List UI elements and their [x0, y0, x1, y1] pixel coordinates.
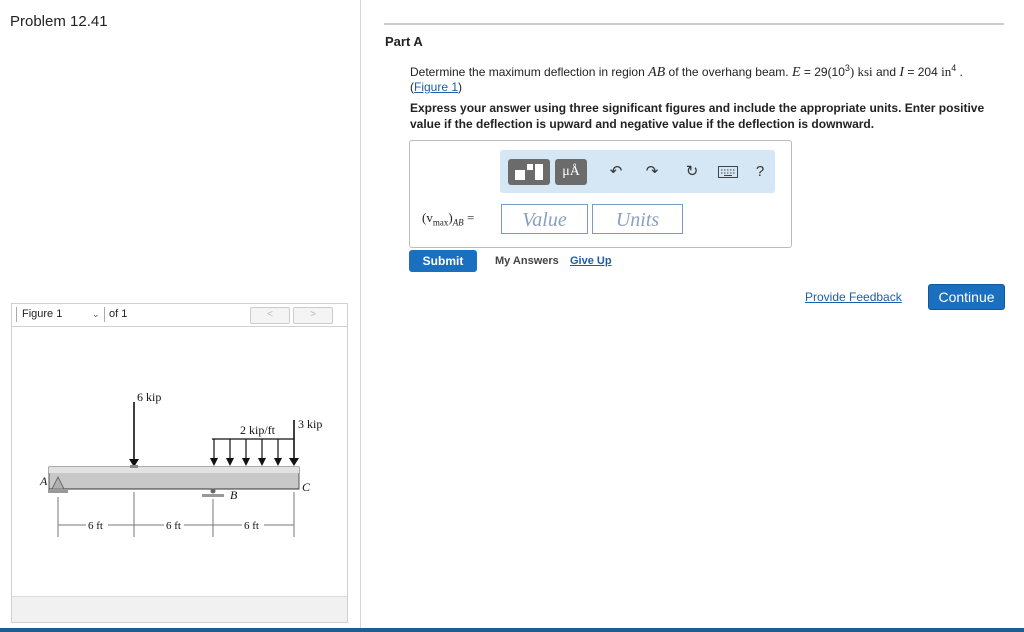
- dim-label-2: 6 ft: [166, 520, 181, 532]
- answer-label: (vmax)AB =: [422, 210, 474, 228]
- beam-diagram: 6 kip 2 kip/ft 3 kip A B C 6 ft 6 ft 6 f…: [39, 390, 322, 537]
- prev-figure-button[interactable]: <: [250, 307, 290, 324]
- answer-label-ab: AB: [452, 217, 464, 228]
- figure-panel: Figure 1 ⌄ of 1 < > 6 kip 2 kip/ft 3 kip…: [11, 303, 348, 623]
- load-3-arrowhead: [289, 458, 299, 466]
- left-panel: Problem 12.41 Figure 1 ⌄ of 1 < > 6 kip: [0, 0, 360, 632]
- figure-header: Figure 1 ⌄ of 1 < >: [12, 304, 347, 327]
- support-b-base: [202, 494, 224, 497]
- units-input[interactable]: Units: [592, 204, 683, 234]
- dim-label-3: 6 ft: [244, 520, 259, 532]
- figure-select-label: Figure 1: [22, 308, 63, 320]
- templates-icon: [515, 164, 543, 180]
- chevron-right-icon: >: [310, 309, 316, 320]
- q-pre: Determine the maximum deflection in regi…: [410, 65, 649, 79]
- answer-label-sub: max: [432, 217, 449, 228]
- load-6-pad: [130, 465, 138, 468]
- figure-link[interactable]: Figure 1: [414, 80, 458, 94]
- reset-icon[interactable]: ↻: [680, 160, 704, 184]
- dist-load-arrowheads: [210, 458, 282, 466]
- submit-button[interactable]: Submit: [409, 250, 477, 272]
- templates-button[interactable]: [508, 159, 550, 185]
- redo-icon[interactable]: ↷: [640, 160, 664, 184]
- bottom-strip: [0, 628, 1024, 632]
- q-and: and: [872, 65, 900, 79]
- help-button[interactable]: ?: [752, 160, 768, 184]
- answer-box: μÅ ↶ ↷ ↻ ? (vmax)AB = Value Units: [409, 140, 792, 248]
- label-b: B: [230, 488, 238, 502]
- beam-highlight: [49, 467, 299, 473]
- keyboard-shape: [718, 166, 738, 178]
- units-button[interactable]: μÅ: [555, 159, 587, 185]
- q-mid: of the overhang beam.: [665, 65, 792, 79]
- answer-label-v: (v: [422, 210, 433, 225]
- instructions: Express your answer using three signific…: [410, 101, 985, 131]
- dist-load-label: 2 kip/ft: [240, 423, 276, 437]
- answer-label-eq: =: [463, 210, 475, 225]
- q-e-unit: ) ksi: [849, 64, 873, 79]
- load-3-label: 3 kip: [298, 417, 322, 431]
- load-6-label: 6 kip: [137, 390, 161, 404]
- panel-divider: [360, 0, 361, 632]
- undo-icon[interactable]: ↶: [604, 160, 628, 184]
- label-c: C: [302, 480, 311, 494]
- q-i-val: = 204: [904, 65, 942, 79]
- q-ab: AB: [648, 65, 666, 80]
- figure-count: of 1: [104, 307, 127, 322]
- part-divider: [384, 23, 1004, 25]
- give-up-link[interactable]: Give Up: [570, 255, 612, 267]
- part-title: Part A: [385, 34, 423, 49]
- next-figure-button[interactable]: >: [293, 307, 333, 324]
- q-i-unit: in: [941, 64, 952, 79]
- chevron-left-icon: <: [267, 309, 273, 320]
- dim-label-1: 6 ft: [88, 520, 103, 532]
- continue-button[interactable]: Continue: [928, 284, 1005, 310]
- my-answers-link[interactable]: My Answers: [495, 255, 559, 267]
- provide-feedback-link[interactable]: Provide Feedback: [805, 290, 902, 304]
- q-end: .: [956, 65, 963, 79]
- chevron-down-icon[interactable]: ⌄: [92, 307, 100, 322]
- question-text: Determine the maximum deflection in regi…: [410, 63, 963, 94]
- keyboard-icon[interactable]: [716, 160, 740, 184]
- figure-image: 6 kip 2 kip/ft 3 kip A B C 6 ft 6 ft 6 f…: [12, 327, 347, 595]
- problem-title: Problem 12.41: [10, 13, 108, 30]
- label-a: A: [39, 474, 48, 488]
- figure-footer: [12, 596, 347, 622]
- q-e-val: = 29(10: [800, 65, 845, 79]
- value-input[interactable]: Value: [501, 204, 588, 234]
- q-e: E: [791, 65, 801, 80]
- dist-load-arrows: [213, 439, 279, 461]
- math-toolbar: μÅ ↶ ↷ ↻ ?: [500, 150, 775, 193]
- support-a-base: [48, 489, 68, 493]
- support-b-roller: [210, 488, 216, 494]
